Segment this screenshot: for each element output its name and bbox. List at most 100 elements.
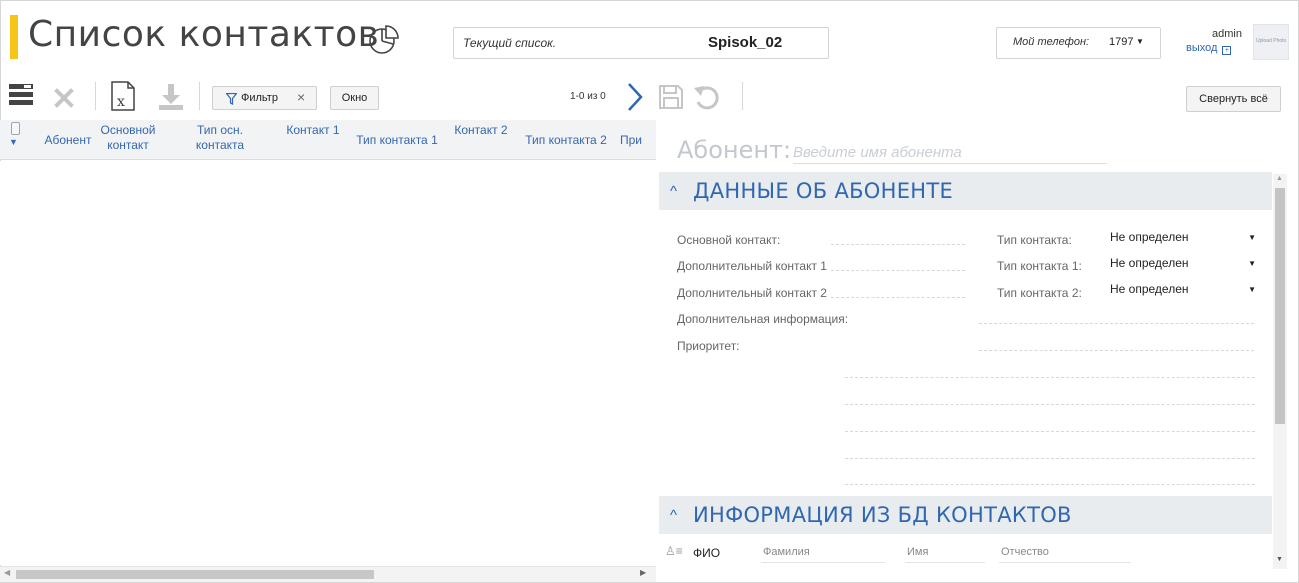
columns-menu-icon[interactable] <box>9 84 33 106</box>
extra-contact-2-label: Дополнительный контакт 2 <box>677 286 827 300</box>
contact-type-2-label: Тип контакта 2: <box>997 286 1082 300</box>
sort-down-icon: ▼ <box>9 137 18 147</box>
contact-type-2-select[interactable]: Не определен ▼ <box>1110 282 1256 300</box>
avatar[interactable]: Upload Photo <box>1253 24 1289 60</box>
fio-label: ФИО <box>693 546 721 560</box>
chevron-down-icon: ▼ <box>1248 285 1256 294</box>
extra-contact-2-input[interactable] <box>831 297 965 298</box>
extra-contact-1-input[interactable] <box>831 270 965 271</box>
logout-link[interactable]: выход + <box>1186 42 1232 55</box>
contact-type-value: Не определен <box>1110 230 1189 244</box>
logout-icon: + <box>1222 46 1232 55</box>
chevron-down-icon: ▼ <box>1248 259 1256 268</box>
chevron-up-icon: ^ <box>670 183 678 200</box>
patronymic-field[interactable]: Отчество <box>999 543 1131 563</box>
scrollbar-thumb[interactable] <box>1275 188 1285 424</box>
download-icon[interactable] <box>158 83 184 111</box>
filter-icon <box>226 93 237 105</box>
subscriber-name-row: Абонент: <box>677 136 1107 164</box>
chevron-down-icon: ▼ <box>1136 37 1144 46</box>
grid-body <box>0 161 656 565</box>
contact-type-1-select[interactable]: Не определен ▼ <box>1110 256 1256 274</box>
scroll-up-icon[interactable]: ▲ <box>1276 175 1283 182</box>
checkbox-icon <box>11 122 20 135</box>
grid-header: ▼ Абонент Основной контакт Тип осн. конт… <box>0 120 656 160</box>
section-title: ИНФОРМАЦИЯ ИЗ БД КОНТАКТОВ <box>693 503 1072 527</box>
page-header: Список контактов Текущий список. Spisok_… <box>0 0 1299 68</box>
title-accent-bar <box>10 15 18 59</box>
subscriber-label: Абонент: <box>677 136 792 164</box>
next-page-icon[interactable] <box>626 81 644 113</box>
column-header-contact-type-1[interactable]: Тип контакта 1 <box>344 133 450 148</box>
textarea-line <box>845 404 1255 405</box>
toolbar-divider <box>199 82 200 110</box>
contacts-grid: ▼ Абонент Основной контакт Тип осн. конт… <box>0 120 656 582</box>
textarea-line <box>845 431 1255 432</box>
user-name: admin <box>1212 28 1242 40</box>
scrollbar-thumb[interactable] <box>16 570 374 579</box>
column-header-main-contact[interactable]: Основной контакт <box>100 123 156 153</box>
my-phone-select[interactable]: Мой телефон: 1797 ▼ <box>996 27 1161 59</box>
priority-input[interactable] <box>979 350 1254 351</box>
pager-text: 1-0 из 0 <box>570 91 606 102</box>
column-header-subscriber[interactable]: Абонент <box>38 133 98 148</box>
priority-label: Приоритет: <box>677 339 740 353</box>
collapse-all-button[interactable]: Свернуть всё <box>1186 86 1281 112</box>
svg-text:x: x <box>117 94 125 110</box>
main-contact-label: Основной контакт: <box>677 233 781 247</box>
subscriber-name-input[interactable] <box>793 142 1107 164</box>
toolbar: x Фильтр × Окно 1-0 из 0 Свернуть всё <box>0 76 1299 120</box>
scroll-left-icon[interactable]: ◀ <box>4 568 10 577</box>
select-all-checkbox[interactable]: ▼ <box>8 122 24 158</box>
avatar-caption: Upload Photo <box>1256 38 1287 44</box>
textarea-line <box>845 377 1255 378</box>
column-header-contact-1[interactable]: Контакт 1 <box>284 123 342 138</box>
filter-label: Фильтр <box>241 92 278 104</box>
scroll-down-icon[interactable]: ▼ <box>1276 556 1283 563</box>
contact-type-1-value: Не определен <box>1110 256 1189 270</box>
chevron-up-icon: ^ <box>670 507 678 524</box>
subscriber-form: Абонент: ^ ДАННЫЕ ОБ АБОНЕНТЕ Основной к… <box>659 120 1287 582</box>
chevron-down-icon: ▼ <box>1248 233 1256 242</box>
my-phone-value: 1797 <box>1109 36 1134 48</box>
my-phone-label: Мой телефон: <box>1013 36 1090 48</box>
contact-type-label: Тип контакта: <box>997 233 1072 247</box>
toolbar-divider <box>742 82 743 110</box>
column-header-contact-type-2[interactable]: Тип контакта 2 <box>513 133 619 148</box>
contact-type-1-label: Тип контакта 1: <box>997 259 1082 273</box>
textarea-line <box>845 458 1255 459</box>
clear-filter-icon[interactable]: × <box>297 89 305 105</box>
section-title: ДАННЫЕ ОБ АБОНЕНТЕ <box>693 179 954 203</box>
extra-info-input[interactable] <box>979 323 1254 324</box>
surname-field[interactable]: Фамилия <box>761 543 885 563</box>
section-contacts-db-info[interactable]: ^ ИНФОРМАЦИЯ ИЗ БД КОНТАКТОВ <box>659 496 1272 534</box>
save-icon[interactable] <box>658 84 684 110</box>
column-header-priority[interactable]: При <box>620 133 656 148</box>
window-button[interactable]: Окно <box>330 86 379 110</box>
current-list-value: Spisok_02 <box>708 34 783 51</box>
excel-export-icon[interactable]: x <box>110 81 136 111</box>
filter-button[interactable]: Фильтр × <box>212 86 317 110</box>
main-contact-input[interactable] <box>831 244 965 245</box>
first-name-field[interactable]: Имя <box>905 543 985 563</box>
page-title: Список контактов <box>28 14 380 55</box>
contact-type-2-value: Не определен <box>1110 282 1189 296</box>
logout-label: выход <box>1186 42 1218 54</box>
extra-info-label: Дополнительная информация: <box>677 312 849 326</box>
undo-icon[interactable] <box>692 84 720 110</box>
textarea-line <box>845 484 1255 485</box>
person-card-icon: ♙≡ <box>665 544 683 558</box>
pie-chart-icon[interactable] <box>367 22 401 56</box>
extra-contact-1-label: Дополнительный контакт 1 <box>677 259 827 273</box>
section-subscriber-data[interactable]: ^ ДАННЫЕ ОБ АБОНЕНТЕ <box>659 172 1272 210</box>
column-header-contact-2[interactable]: Контакт 2 <box>452 123 510 138</box>
horizontal-scrollbar[interactable]: ◀ ▶ <box>0 566 656 582</box>
delete-icon[interactable] <box>54 88 74 108</box>
vertical-scrollbar[interactable]: ▲ ▼ <box>1273 174 1287 569</box>
column-header-main-contact-type[interactable]: Тип осн. контакта <box>183 123 257 153</box>
current-list-field[interactable]: Текущий список. Spisok_02 <box>453 27 829 59</box>
scroll-right-icon[interactable]: ▶ <box>640 568 646 577</box>
contact-type-select[interactable]: Не определен ▼ <box>1110 230 1256 248</box>
toolbar-divider <box>95 82 96 110</box>
fio-row: ♙≡ ФИО Фамилия Имя Отчество <box>659 541 1269 565</box>
